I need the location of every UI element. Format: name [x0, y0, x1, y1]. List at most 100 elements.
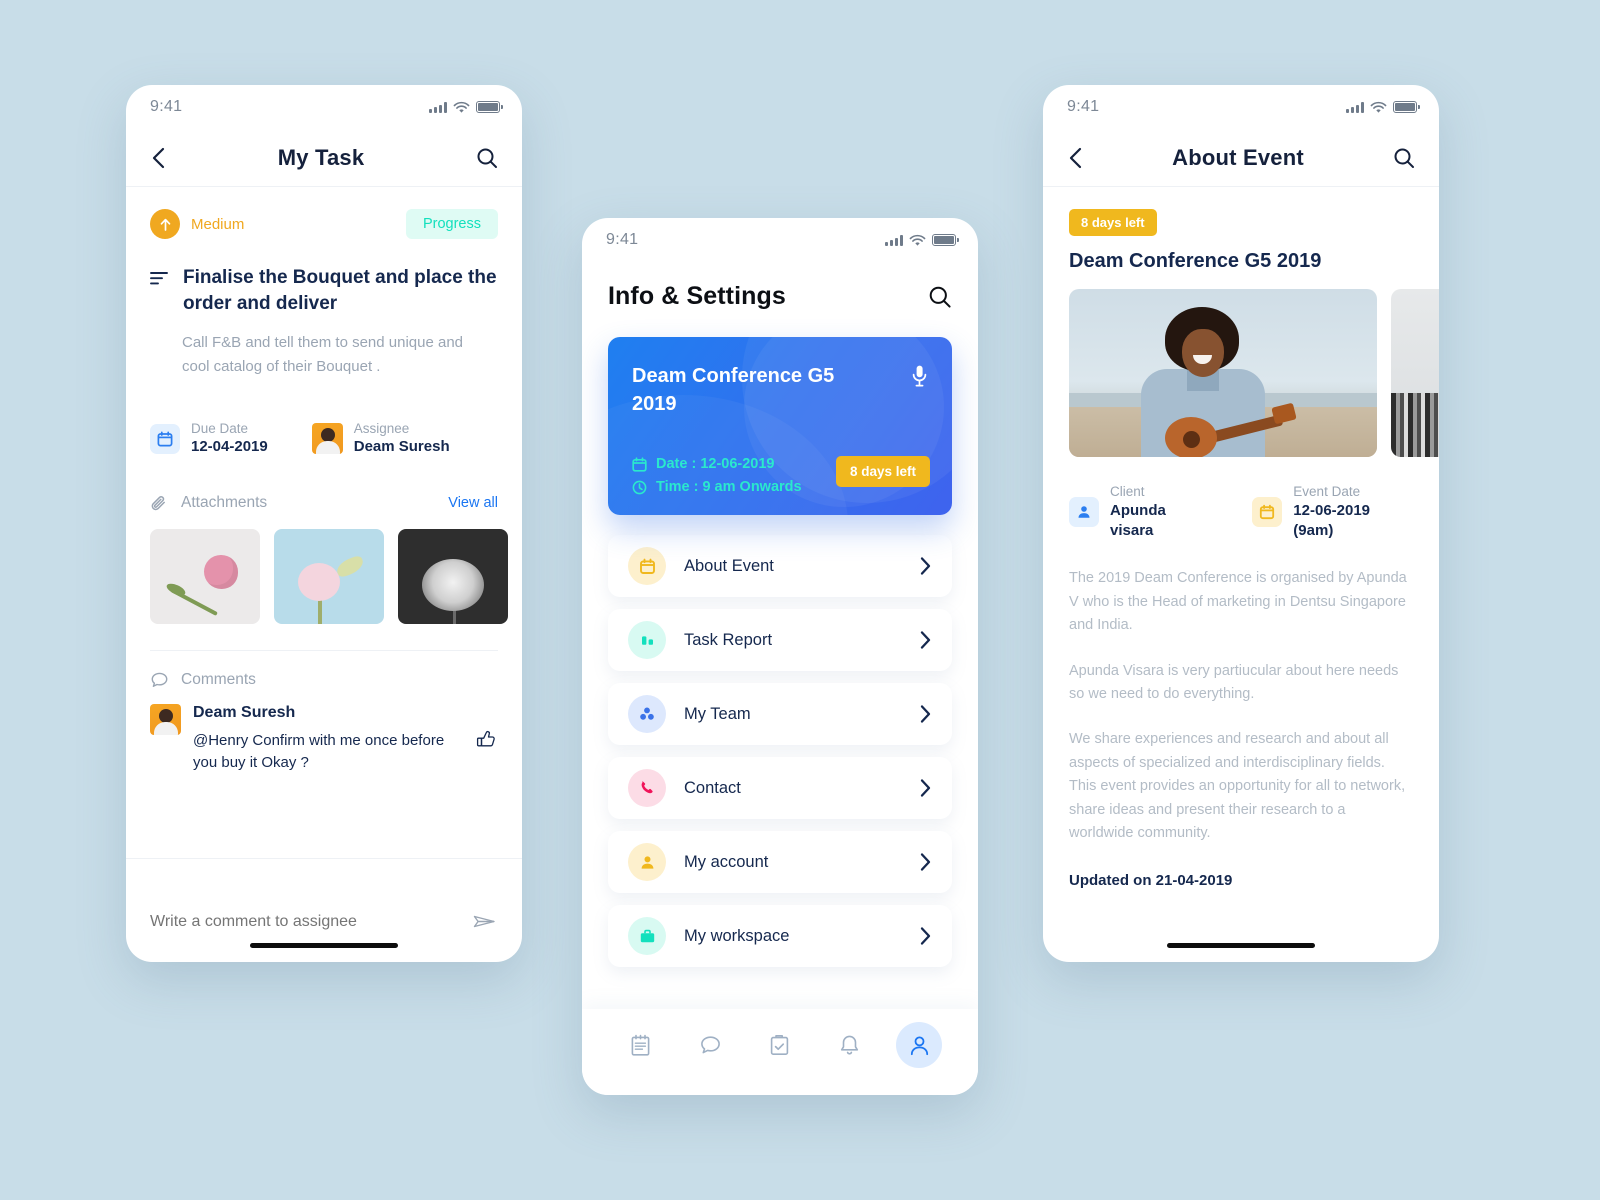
wifi-icon — [909, 234, 926, 246]
arrow-up-icon — [150, 209, 180, 239]
send-icon[interactable] — [471, 908, 498, 935]
menu-item-my-team[interactable]: My Team — [608, 683, 952, 745]
menu-item-label: Contact — [684, 778, 741, 797]
bell-icon — [840, 1035, 859, 1055]
search-icon[interactable] — [1393, 147, 1415, 169]
chevron-right-icon — [920, 927, 931, 945]
about-meta-row: Client Apunda visara Event Date 12-06-20… — [1069, 483, 1413, 541]
thumbs-up-icon[interactable] — [475, 728, 498, 751]
back-button[interactable] — [1067, 146, 1083, 170]
wifi-icon — [1370, 101, 1387, 113]
menu-item-contact[interactable]: Contact — [608, 757, 952, 819]
profile-icon — [910, 1035, 928, 1055]
briefcase-icon — [628, 917, 666, 955]
wifi-icon — [453, 101, 470, 113]
phone-about-event: 9:41 About Event 8 days left Deam Confer… — [1043, 85, 1439, 962]
event-card-title: Deam Conference G5 2019 — [632, 365, 835, 415]
client-item: Client Apunda visara — [1069, 483, 1212, 541]
client-label: Client — [1110, 484, 1145, 499]
view-all-link[interactable]: View all — [448, 495, 498, 511]
bar-chart-icon — [628, 621, 666, 659]
updated-date: Updated on 21-04-2019 — [1069, 871, 1233, 889]
clock-icon — [632, 480, 647, 494]
assignee-label: Assignee — [353, 420, 410, 436]
status-clock: 9:41 — [606, 231, 639, 248]
person-icon — [1069, 497, 1099, 528]
comment-item: Deam Suresh @Henry Confirm with me once … — [150, 703, 498, 775]
menu-item-task-report[interactable]: Task Report — [608, 609, 952, 671]
page-title: My Task — [277, 144, 365, 170]
priority-badge[interactable]: Medium — [150, 209, 244, 239]
event-date-item: Event Date 12-06-2019 (9am) — [1252, 483, 1413, 541]
tab-notepad[interactable] — [618, 1022, 664, 1068]
due-date-label: Due Date — [191, 420, 249, 436]
status-clock: 9:41 — [1067, 98, 1100, 115]
tab-tasks[interactable] — [757, 1022, 803, 1068]
task-status-row: Medium Progress — [150, 209, 498, 239]
status-badge[interactable]: Progress — [405, 209, 498, 239]
event-time-value: Time : 9 am Onwards — [656, 479, 802, 495]
task-navbar: My Task — [126, 129, 522, 187]
comment-text: @Henry Confirm with me once before you b… — [193, 731, 445, 772]
battery-icon — [1393, 101, 1420, 113]
search-icon[interactable] — [928, 285, 952, 309]
menu-item-my-account[interactable]: My account — [608, 831, 952, 893]
event-date-value: 12-06-2019 (9am) — [1293, 501, 1371, 539]
task-content: Medium Progress Finalise the Bouquet and… — [126, 187, 522, 775]
days-left-badge: 8 days left — [835, 456, 930, 487]
priority-label: Medium — [191, 215, 245, 233]
menu-item-label: Task Report — [684, 630, 773, 649]
signal-icon — [429, 101, 447, 113]
tab-notifications[interactable] — [827, 1022, 873, 1068]
microphone-icon[interactable] — [911, 364, 928, 393]
back-button[interactable] — [150, 146, 166, 170]
avatar — [150, 703, 181, 735]
bottom-tab-bar — [582, 1009, 978, 1095]
event-date-value: Date : 12-06-2019 — [656, 456, 775, 472]
menu-item-my-workspace[interactable]: My workspace — [608, 905, 952, 967]
attachment-thumb[interactable] — [398, 528, 508, 624]
event-time-line: Time : 9 am Onwards — [632, 479, 802, 495]
gallery-image[interactable] — [1391, 289, 1439, 457]
task-title-row: Finalise the Bouquet and place the order… — [150, 265, 498, 317]
chevron-right-icon — [920, 705, 931, 723]
due-date-item: Due Date 12-04-2019 — [150, 420, 268, 458]
event-card[interactable]: Deam Conference G5 2019 Date : 12-06-201… — [608, 337, 952, 515]
chat-bubble-icon — [700, 1035, 720, 1053]
status-indicators — [885, 234, 959, 247]
status-clock: 9:41 — [150, 98, 183, 115]
about-paragraph: We share experiences and research and ab… — [1069, 731, 1406, 842]
attachment-thumb[interactable] — [274, 528, 384, 624]
attachment-thumb[interactable] — [150, 528, 260, 624]
due-date-value: 12-04-2019 — [191, 438, 268, 456]
event-gallery — [1069, 289, 1439, 457]
tab-chat[interactable] — [687, 1022, 733, 1068]
paperclip-icon — [151, 495, 165, 510]
calendar-icon — [150, 423, 180, 454]
menu-item-about-event[interactable]: About Event — [608, 535, 952, 597]
comments-header: Comments — [150, 671, 498, 690]
settings-header: Info & Settings — [582, 262, 978, 311]
signal-icon — [1346, 101, 1364, 113]
settings-menu: About Event Task Report My Team Contact — [582, 515, 978, 967]
status-indicators — [1346, 101, 1420, 114]
assignee-item: Assignee Deam Suresh — [311, 420, 450, 458]
gallery-image[interactable] — [1069, 289, 1377, 457]
signal-icon — [885, 234, 903, 246]
phone-info-settings: 9:41 Info & Settings Deam Conference G5 … — [582, 218, 978, 1095]
comment-input[interactable] — [150, 912, 422, 931]
tab-profile[interactable] — [896, 1022, 943, 1068]
menu-item-label: My workspace — [684, 926, 790, 945]
calendar-icon — [1252, 497, 1283, 528]
about-navbar: About Event — [1043, 129, 1439, 187]
avatar — [311, 423, 343, 455]
task-description: Call F&B and tell them to send unique an… — [182, 334, 464, 375]
about-paragraph: Apunda Visara is very partiucular about … — [1069, 662, 1399, 702]
calendar-icon — [628, 547, 666, 585]
search-icon[interactable] — [476, 147, 498, 169]
event-card-meta: Date : 12-06-2019 Time : 9 am Onwards — [632, 449, 802, 495]
clipboard-check-icon — [771, 1034, 789, 1055]
list-icon — [150, 272, 168, 285]
menu-item-label: My account — [684, 852, 769, 871]
chevron-right-icon — [920, 631, 931, 649]
